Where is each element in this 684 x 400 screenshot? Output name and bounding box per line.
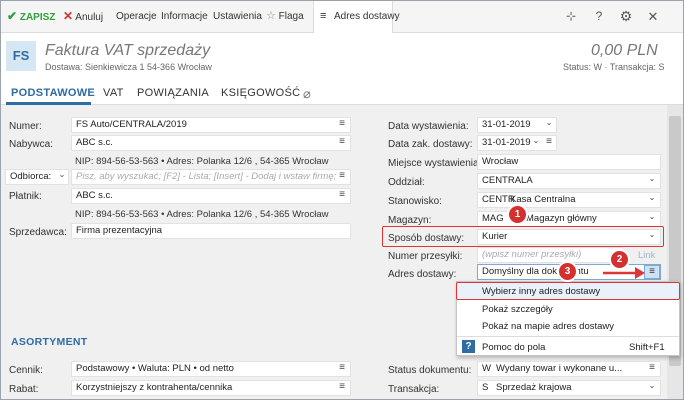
transakcja-select[interactable]: S Sprzedaż krajowa (477, 380, 661, 396)
hamburger-icon: ≡ (320, 10, 327, 22)
cennik-label: Cennik: (9, 365, 43, 376)
close-window-icon[interactable]: ✕ (639, 1, 667, 32)
annotation-box-choose-address (456, 282, 680, 300)
chevron-down-icon: ⌄ (648, 193, 656, 202)
chevron-down-icon: ⌄ (648, 212, 656, 221)
help-icon[interactable]: ? (585, 1, 613, 32)
menu-icon[interactable]: ≡ (336, 381, 348, 392)
menu-item-details[interactable]: Pokaż szczegóły (482, 304, 553, 315)
status-dokumentu-label: Status dokumentu: (388, 365, 472, 376)
paperclip-icon[interactable]: ⌀ (303, 83, 311, 105)
annotation-box-delivery-method (382, 226, 664, 247)
tab-relations[interactable]: POWIĄZANIA (137, 83, 209, 105)
numer-przesylki-input[interactable]: (wpisz numer przesyłki) (477, 247, 623, 263)
nabywca-label: Nabywca: (9, 139, 53, 150)
menu-icon[interactable]: ≡ (336, 170, 348, 181)
annotation-arrow (603, 267, 645, 279)
numer-label: Numer: (9, 121, 42, 132)
data-zak-label: Data zak. dostawy: (388, 139, 473, 150)
transakcja-label: Transakcja: (388, 384, 440, 395)
menu-divider (457, 336, 679, 337)
tab-delivery-address[interactable]: ≡ Adres dostawy (313, 1, 400, 33)
document-window: ✔ ZAPISZ ✕ Anuluj Operacje Informacje Us… (0, 0, 684, 400)
tab-accounting[interactable]: KSIĘGOWOŚĆ (221, 83, 300, 105)
menu-icon[interactable]: ≡ (336, 189, 348, 200)
magazyn-label: Magazyn: (388, 215, 432, 226)
document-type-badge: FS (6, 41, 36, 71)
cennik-field[interactable]: Podstawowy • Waluta: PLN • od netto (71, 361, 351, 377)
chevron-down-icon: ⌄ (58, 170, 66, 179)
menu-icon[interactable]: ≡ (336, 136, 348, 147)
save-button[interactable]: ✔ ZAPISZ (7, 1, 55, 32)
oddzial-select[interactable]: CENTRALA (477, 173, 661, 189)
annotation-badge-3: 3 (559, 263, 576, 280)
miejsce-label: Miejsce wystawienia: (388, 158, 482, 169)
nabywca-details: NIP: 894-56-53-563 • Adres: Polanka 12/6… (75, 156, 329, 167)
operations-menu[interactable]: Operacje (116, 1, 157, 32)
link-button[interactable]: Link (638, 250, 655, 261)
status-dokumentu-select[interactable]: W Wydany towar i wykonane u... (477, 361, 661, 377)
rabat-label: Rabat: (9, 384, 39, 395)
menu-icon[interactable]: ≡ (336, 362, 348, 373)
sprzedawca-label: Sprzedawca: (9, 227, 67, 238)
odbiorca-search-input[interactable]: Pisz, aby wyszukać; [F2] - Lista; [Inser… (71, 169, 351, 185)
numer-przesylki-label: Numer przesyłki: (388, 251, 463, 262)
document-status: Status: W · Transakcja: S (563, 62, 665, 72)
magazyn-select[interactable]: MAG Magazyn główny (477, 211, 661, 227)
information-menu[interactable]: Informacje (161, 1, 208, 32)
tab-bar: PODSTAWOWE VAT POWIĄZANIA KSIĘGOWOŚĆ ⌀ (1, 83, 683, 105)
rabat-field[interactable]: Korzystniejszy z kontrahenta/cennika (71, 380, 351, 396)
miejsce-input[interactable]: Wrocław (477, 154, 661, 170)
chevron-down-icon: ⌄ (648, 381, 656, 390)
star-icon: ☆ (266, 10, 276, 22)
menu-icon[interactable]: ≡ (543, 136, 555, 147)
settings-menu[interactable]: Ustawienia (213, 1, 262, 32)
stanowisko-label: Stanowisko: (388, 196, 442, 207)
close-icon: ✕ (63, 9, 74, 23)
chevron-down-icon: ⌄ (648, 174, 656, 183)
document-amount: 0,00 PLN (591, 42, 658, 59)
adres-dostawy-label: Adres dostawy: (388, 269, 457, 280)
menu-item-show-map[interactable]: Pokaż na mapie adres dostawy (482, 321, 614, 332)
numer-field[interactable]: FS Auto/CENTRALA/2019 (71, 117, 351, 133)
help-shortcut: Shift+F1 (629, 342, 665, 353)
tab-vat[interactable]: VAT (103, 83, 124, 105)
chevron-down-icon[interactable]: ⌄ (530, 136, 542, 145)
add-bookmark-icon[interactable]: ⊹ (557, 1, 585, 32)
delivery-subtitle: Dostawa: Sienkiewicza 1 54-366 Wrocław (45, 62, 212, 72)
menu-item-help[interactable]: Pomoc do pola (482, 342, 545, 353)
assortment-section-title: ASORTYMENT (11, 336, 88, 348)
cancel-button[interactable]: ✕ Anuluj (63, 1, 103, 32)
menu-icon[interactable]: ≡ (336, 118, 348, 129)
checkmark-icon: ✔ (7, 9, 18, 23)
gear-icon[interactable]: ⚙ (612, 1, 640, 32)
chevron-down-icon[interactable]: ⌄ (543, 118, 555, 127)
data-wystawienia-label: Data wystawienia: (388, 121, 469, 132)
document-title: Faktura VAT sprzedaży (45, 42, 211, 59)
platnik-field[interactable]: ABC s.c. (71, 188, 351, 204)
nabywca-field[interactable]: ABC s.c. (71, 135, 351, 151)
annotation-badge-1: 1 (509, 206, 526, 223)
platnik-details: NIP: 894-56-53-563 • Adres: Polanka 12/6… (75, 209, 329, 220)
sprzedawca-field[interactable]: Firma prezentacyjna (71, 223, 351, 239)
toolbar: ✔ ZAPISZ ✕ Anuluj Operacje Informacje Us… (1, 1, 683, 33)
help-icon: ? (462, 340, 475, 353)
platnik-label: Płatnik: (9, 191, 42, 202)
stanowisko-select[interactable]: CENTR Kasa Centralna (477, 192, 661, 208)
oddzial-label: Oddział: (388, 177, 425, 188)
flag-button[interactable]: ☆ Flaga (266, 1, 304, 32)
menu-icon[interactable]: ≡ (646, 362, 658, 373)
